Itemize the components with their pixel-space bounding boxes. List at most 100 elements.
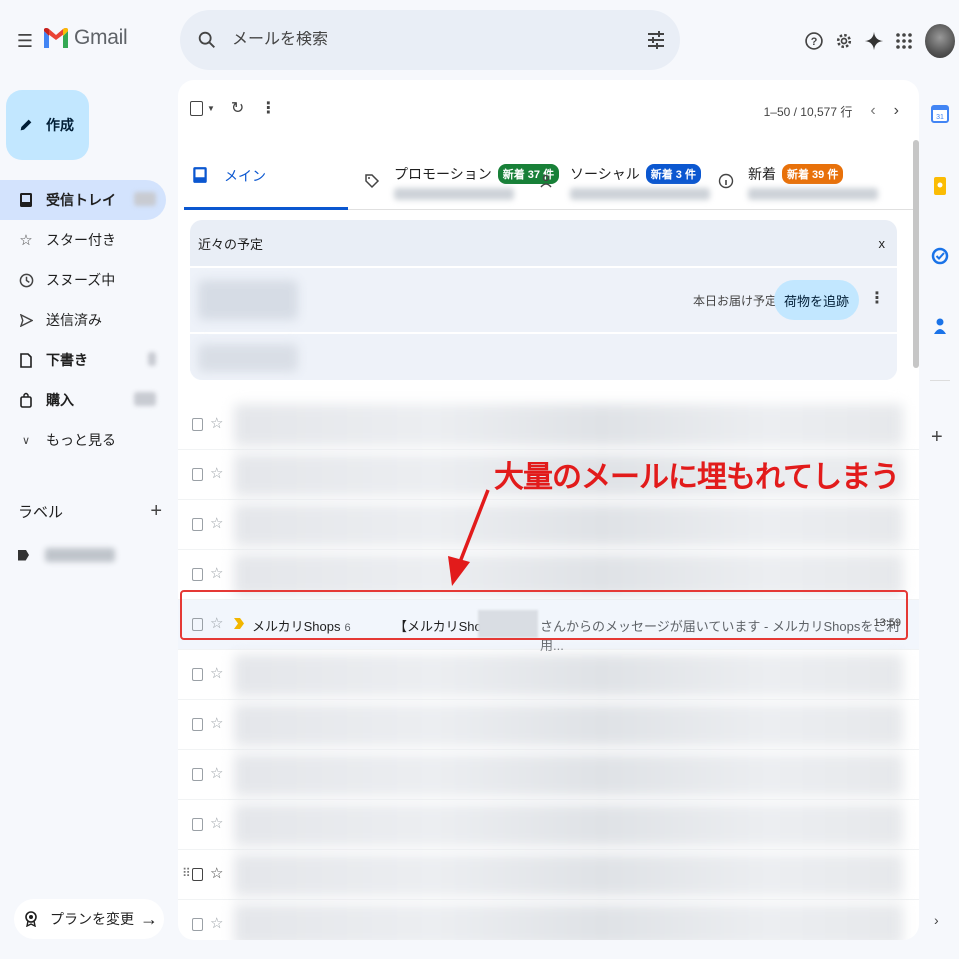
row-checkbox[interactable] bbox=[192, 918, 203, 931]
sidebar-item-sent[interactable]: 送信済み bbox=[0, 300, 166, 340]
more-vert-icon[interactable]: ⋮ bbox=[869, 288, 885, 308]
search-options-icon[interactable] bbox=[644, 28, 668, 52]
close-icon[interactable]: x bbox=[879, 236, 886, 251]
sidebar-item-more[interactable]: ∨ もっと見る bbox=[0, 420, 166, 460]
sidebar-item-purchases[interactable]: 購入 bbox=[0, 380, 166, 420]
more-vert-icon[interactable]: ⋮ bbox=[260, 98, 276, 118]
email-row[interactable]: ☆ bbox=[178, 650, 919, 700]
label-tag-icon bbox=[18, 549, 29, 561]
select-all-checkbox[interactable] bbox=[190, 100, 203, 116]
previous-page-icon[interactable]: ‹ bbox=[870, 102, 875, 120]
sidebar-item-snoozed[interactable]: スヌーズ中 bbox=[0, 260, 166, 300]
upcoming-delivery-row[interactable]: 本日お届け予定 荷物を追跡 ⋮ bbox=[190, 266, 897, 332]
blurred-email-content bbox=[234, 504, 903, 546]
star-icon[interactable]: ☆ bbox=[210, 814, 223, 832]
select-dropdown-caret-icon[interactable]: ▼ bbox=[207, 104, 215, 113]
sidebar-item-starred[interactable]: ☆ スター付き bbox=[0, 220, 166, 260]
row-checkbox[interactable] bbox=[192, 518, 203, 531]
help-icon[interactable]: ? bbox=[799, 26, 829, 56]
email-row[interactable]: ☆ bbox=[178, 900, 919, 940]
tab-social[interactable]: ソーシャル 新着 3 件 bbox=[540, 142, 710, 210]
star-icon[interactable]: ☆ bbox=[210, 714, 223, 732]
compose-button[interactable]: 作成 bbox=[6, 90, 89, 160]
blurred-email-content bbox=[234, 754, 903, 796]
inbox-icon bbox=[18, 192, 34, 208]
tasks-icon[interactable] bbox=[930, 246, 950, 266]
svg-text:31: 31 bbox=[936, 114, 944, 121]
add-label-icon[interactable]: + bbox=[150, 500, 162, 523]
row-checkbox[interactable] bbox=[192, 718, 203, 731]
sidebar-item-drafts[interactable]: 下書き bbox=[0, 340, 166, 380]
label-item[interactable] bbox=[18, 548, 115, 562]
row-checkbox[interactable] bbox=[192, 418, 203, 431]
drag-handle-icon[interactable]: ⠿ bbox=[182, 866, 191, 880]
star-icon[interactable]: ☆ bbox=[210, 514, 223, 532]
row-checkbox[interactable] bbox=[192, 768, 203, 781]
top-icons: ? bbox=[799, 24, 959, 58]
star-icon[interactable]: ☆ bbox=[210, 764, 223, 782]
search-input[interactable] bbox=[232, 31, 632, 49]
gmail-logo[interactable]: Gmail bbox=[44, 26, 128, 50]
tab-primary[interactable]: メイン bbox=[184, 142, 348, 210]
keep-notes-icon[interactable] bbox=[930, 176, 950, 196]
blurred-email-content bbox=[234, 704, 903, 746]
tab-preview-blurred bbox=[394, 188, 514, 200]
labels-header: ラベル + bbox=[18, 500, 168, 523]
sidebar-item-label: スヌーズ中 bbox=[46, 272, 116, 288]
sidebar-item-label: 下書き bbox=[46, 352, 88, 368]
annotation-text: 大量のメールに埋もれてしまう bbox=[494, 460, 900, 495]
row-checkbox[interactable] bbox=[192, 468, 203, 481]
refresh-icon[interactable]: ↻ bbox=[231, 98, 244, 118]
add-addon-icon[interactable]: + bbox=[931, 426, 943, 449]
search-bar[interactable] bbox=[180, 10, 680, 70]
label-name-blurred bbox=[45, 548, 115, 562]
account-avatar[interactable] bbox=[925, 24, 955, 58]
expand-panel-icon[interactable]: › bbox=[934, 912, 939, 928]
email-row[interactable]: ☆ bbox=[178, 800, 919, 850]
star-icon[interactable]: ☆ bbox=[210, 414, 223, 432]
scrollbar-thumb[interactable] bbox=[913, 140, 919, 368]
star-icon[interactable]: ☆ bbox=[210, 564, 223, 582]
calendar-icon[interactable]: 31 bbox=[930, 104, 950, 124]
mail-list-panel: ▼ ↻ ⋮ 1–50 / 10,577 行 ‹ › メイン プロモーション 新着 … bbox=[178, 80, 919, 940]
star-icon: ☆ bbox=[19, 232, 33, 249]
search-icon[interactable] bbox=[196, 29, 218, 51]
gemini-sparkle-icon[interactable] bbox=[859, 26, 889, 56]
blurred-email-content bbox=[234, 854, 903, 896]
row-checkbox[interactable] bbox=[192, 568, 203, 581]
annotation-arrow bbox=[448, 489, 490, 586]
upcoming-row[interactable] bbox=[190, 332, 897, 380]
pencil-icon bbox=[20, 119, 32, 131]
star-icon[interactable]: ☆ bbox=[210, 864, 223, 882]
star-icon[interactable]: ☆ bbox=[210, 914, 223, 932]
email-row[interactable]: ⠿ ☆ bbox=[178, 850, 919, 900]
sidebar-nav: 受信トレイ ☆ スター付き スヌーズ中 送信済み 下書き 購入 ∨ もっと見る bbox=[0, 180, 166, 460]
change-plan-button[interactable]: プランを変更 → bbox=[14, 899, 164, 939]
apps-grid-icon[interactable] bbox=[889, 26, 919, 56]
email-row[interactable]: ☆ bbox=[178, 400, 919, 450]
email-row[interactable]: ☆ bbox=[178, 700, 919, 750]
row-checkbox[interactable] bbox=[192, 668, 203, 681]
gmail-m-icon bbox=[44, 28, 68, 48]
people-icon bbox=[540, 174, 552, 188]
blurred-email-content bbox=[234, 654, 903, 696]
sidebar-item-label: スター付き bbox=[46, 232, 116, 248]
sidebar-item-inbox[interactable]: 受信トレイ bbox=[0, 180, 166, 220]
track-package-button[interactable]: 荷物を追跡 bbox=[773, 280, 859, 320]
tab-promotions[interactable]: プロモーション 新着 37 件 bbox=[364, 142, 560, 210]
row-checkbox[interactable] bbox=[192, 868, 203, 881]
star-icon[interactable]: ☆ bbox=[210, 464, 223, 482]
next-page-icon[interactable]: › bbox=[894, 102, 899, 120]
tab-updates[interactable]: 新着 新着 39 件 bbox=[718, 142, 878, 210]
email-row[interactable]: ☆ bbox=[178, 500, 919, 550]
main-menu-button[interactable]: ☰ bbox=[12, 28, 38, 54]
tab-preview-blurred bbox=[570, 188, 710, 200]
change-plan-label: プランを変更 bbox=[50, 911, 134, 927]
contacts-icon[interactable] bbox=[930, 316, 950, 336]
new-count-badge: 新着 39 件 bbox=[782, 164, 844, 184]
email-row[interactable]: ☆ bbox=[178, 750, 919, 800]
star-icon[interactable]: ☆ bbox=[210, 664, 223, 682]
labels-heading: ラベル bbox=[18, 504, 64, 521]
settings-gear-icon[interactable] bbox=[829, 26, 859, 56]
row-checkbox[interactable] bbox=[192, 818, 203, 831]
